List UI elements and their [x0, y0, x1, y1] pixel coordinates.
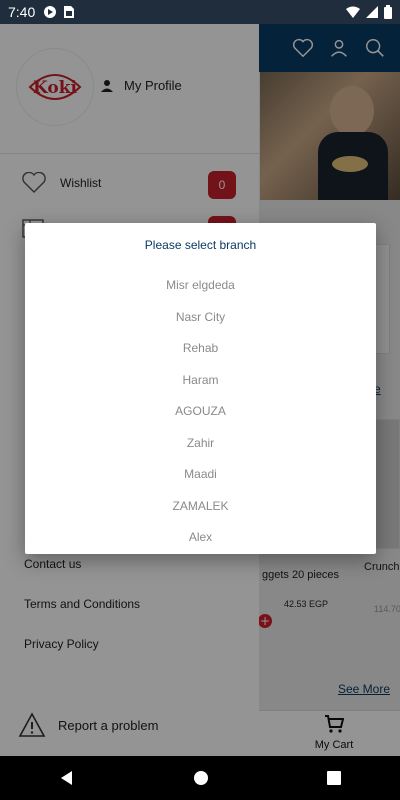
signal-icon — [366, 6, 378, 18]
branch-select-dialog: Please select branch Misr elgdeda Nasr C… — [25, 223, 376, 554]
screen: 7:40 re ggets 20 pieces Crunch 42.53 EGP… — [0, 0, 400, 800]
media-icon — [44, 6, 57, 18]
branch-list: Misr elgdeda Nasr City Rehab Haram AGOUZ… — [25, 270, 376, 554]
home-icon[interactable] — [193, 770, 209, 786]
system-nav-bar — [0, 756, 400, 800]
branch-option[interactable]: Misr elgdeda — [25, 270, 376, 302]
recents-icon[interactable] — [327, 771, 341, 785]
status-bar: 7:40 — [0, 0, 400, 24]
dialog-title: Please select branch — [144, 238, 257, 252]
branch-option[interactable]: Nasr City — [25, 302, 376, 334]
branch-option[interactable]: Rehab — [25, 333, 376, 365]
wifi-icon — [346, 6, 360, 18]
branch-option[interactable]: Zahir — [25, 428, 376, 460]
branch-option[interactable]: Haram — [25, 365, 376, 397]
back-icon[interactable] — [59, 770, 75, 786]
status-time: 7:40 — [8, 4, 36, 20]
branch-option[interactable]: AGOUZA — [25, 396, 376, 428]
branch-option[interactable]: Alex — [25, 522, 376, 554]
sim-card-icon — [64, 6, 75, 18]
battery-icon — [384, 5, 392, 19]
branch-option[interactable]: ZAMALEK — [25, 491, 376, 523]
branch-option[interactable]: Maadi — [25, 459, 376, 491]
